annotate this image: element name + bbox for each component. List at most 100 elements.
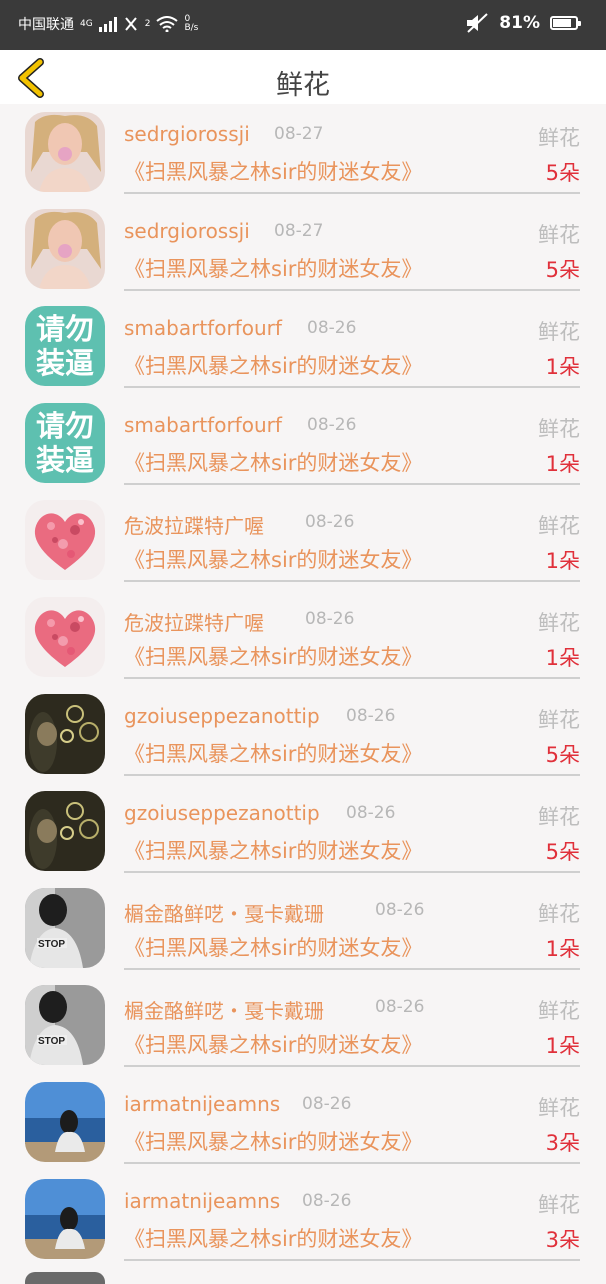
flower-count: 1朵 — [545, 549, 580, 573]
list-item[interactable]: iarmatnijeamns 08-26 鲜花《扫黑风暴之林sir的财迷女友》 3朵 — [0, 1074, 606, 1171]
avatar[interactable]: STOP — [25, 985, 105, 1065]
avatar[interactable] — [25, 500, 105, 580]
user-name[interactable]: iarmatnijeamns — [124, 1092, 280, 1116]
flower-count: 1朵 — [545, 937, 580, 961]
user-name[interactable]: 榍金酪鲜呓・戛卡戴珊 — [124, 898, 324, 927]
gift-date: 08-26 — [307, 318, 357, 338]
gift-date: 08-27 — [274, 221, 324, 241]
avatar[interactable]: STOP — [25, 888, 105, 968]
user-name[interactable]: smabartforfourf — [124, 316, 282, 340]
battery-percent: 81% — [499, 13, 540, 33]
status-bar: 中国联通 4G 2 0 B/s 81% — [0, 0, 606, 50]
net-speed: 0 B/s — [184, 15, 198, 33]
gift-date: 08-26 — [346, 803, 396, 823]
gift-date: 08-26 — [375, 900, 425, 920]
user-name[interactable]: sedrgiorossji — [124, 219, 250, 243]
svg-text:STOP: STOP — [38, 1036, 65, 1047]
list-item[interactable]: 危波拉蹀特广喔 08-26 鲜花《扫黑风暴之林sir的财迷女友》 1朵 — [0, 492, 606, 589]
book-title-link[interactable]: 《扫黑风暴之林sir的财迷女友》 — [124, 835, 422, 865]
divider — [124, 774, 580, 776]
avatar[interactable] — [25, 597, 105, 677]
user-name[interactable]: iarmatnijeamns — [124, 1189, 280, 1213]
list-item[interactable]: 危波拉蹀特广喔 08-26 鲜花 《扫黑风暴之林sir的财迷女友》 1朵 — [0, 589, 606, 686]
avatar[interactable] — [25, 791, 105, 871]
gift-type-label: 鲜花 — [538, 514, 580, 538]
divider — [124, 1065, 580, 1067]
list-item[interactable]: gzoiuseppezanottip 08-26 鲜花 《扫黑风暴之林sir的财迷女友… — [0, 686, 606, 783]
gift-date: 08-26 — [305, 512, 355, 532]
user-name[interactable]: gzoiuseppezanottip — [124, 704, 320, 728]
divider — [124, 968, 580, 970]
divider — [124, 677, 580, 679]
gift-date: 08-26 — [302, 1191, 352, 1211]
avatar[interactable]: 请勿 装逼 — [25, 403, 105, 483]
list-item[interactable]: STOP 榍金酪鲜呓・戛卡戴珊 08-26 鲜花 《扫黑风暴之林sir的财迷女友》 1朵 — [0, 977, 606, 1074]
gift-type-label: 鲜花 — [538, 611, 580, 635]
wifi-icon — [156, 16, 179, 32]
gift-type-label: 鲜花 — [538, 1096, 580, 1120]
status-left: 中国联通 4G 2 0 B/s — [18, 14, 198, 34]
book-title-link[interactable]: 《扫黑风暴之林sir的财迷女友》 — [124, 641, 422, 671]
avatar-text-line: 请勿 — [35, 312, 94, 346]
flower-count: 1朵 — [545, 1034, 580, 1058]
flower-count: 5朵 — [545, 743, 580, 767]
book-title-link[interactable]: 《扫黑风暴之林sir的财迷女友》 — [124, 738, 422, 768]
avatar[interactable] — [25, 1082, 105, 1162]
book-title-link[interactable]: 《扫黑风暴之林sir的财迷女友》 — [124, 932, 422, 962]
flower-count: 1朵 — [545, 355, 580, 379]
divider — [124, 192, 580, 194]
user-name[interactable]: smabartforfourf — [124, 413, 282, 437]
user-name[interactable]: sedrgiorossji — [124, 122, 250, 146]
book-title-link[interactable]: 《扫黑风暴之林sir的财迷女友》 — [124, 1126, 422, 1156]
gift-type-label: 鲜花 — [538, 417, 580, 441]
avatar[interactable] — [25, 112, 105, 192]
list-item[interactable]: 请勿 装逼 smabartforfourf 08-26 鲜花 《扫黑风暴之林sir的财迷女… — [0, 298, 606, 395]
signal-icon — [98, 17, 117, 32]
flower-count: 3朵 — [545, 1131, 580, 1155]
flower-count: 5朵 — [545, 840, 580, 864]
next-avatar-partial — [25, 1272, 105, 1284]
user-name[interactable]: gzoiuseppezanottip — [124, 801, 320, 825]
book-title-link[interactable]: 《扫黑风暴之林sir的财迷女友》 — [124, 156, 422, 186]
gift-type-label: 鲜花 — [538, 126, 580, 150]
user-name[interactable]: 危波拉蹀特广喔 — [124, 510, 264, 539]
list-item[interactable]: 请勿 装逼 smabartforfourf 08-26 鲜花 《扫黑风暴之林sir的财迷女… — [0, 395, 606, 492]
gift-date: 08-26 — [305, 609, 355, 629]
avatar[interactable] — [25, 209, 105, 289]
book-title-link[interactable]: 《扫黑风暴之林sir的财迷女友》 — [124, 350, 422, 380]
user-name[interactable]: 榍金酪鲜呓・戛卡戴珊 — [124, 995, 324, 1024]
gift-date: 08-27 — [274, 124, 324, 144]
flower-count: 5朵 — [545, 258, 580, 282]
gift-date: 08-26 — [302, 1094, 352, 1114]
gift-type-label: 鲜花 — [538, 1193, 580, 1217]
avatar[interactable] — [25, 1179, 105, 1259]
book-title-link[interactable]: 《扫黑风暴之林sir的财迷女友》 — [124, 1029, 422, 1059]
gift-type-label: 鲜花 — [538, 223, 580, 247]
list-item[interactable]: sedrgiorossji 08-27 鲜花《扫黑风暴之林sir的财迷女友》 5朵 — [0, 104, 606, 201]
divider — [124, 871, 580, 873]
flower-count: 5朵 — [545, 161, 580, 185]
book-title-link[interactable]: 《扫黑风暴之林sir的财迷女友》 — [124, 447, 422, 477]
flower-count: 1朵 — [545, 452, 580, 476]
book-title-link[interactable]: 《扫黑风暴之林sir的财迷女友》 — [124, 1223, 422, 1253]
avatar[interactable]: 请勿 装逼 — [25, 306, 105, 386]
battery-icon — [550, 16, 581, 30]
divider — [124, 580, 580, 582]
avatar[interactable] — [25, 694, 105, 774]
list-item[interactable]: sedrgiorossji 08-27 鲜花《扫黑风暴之林sir的财迷女友》 5朵 — [0, 201, 606, 298]
gift-type-label: 鲜花 — [538, 805, 580, 829]
divider — [124, 289, 580, 291]
carrier-label: 中国联通 — [18, 17, 74, 33]
list-item[interactable]: gzoiuseppezanottip 08-26 鲜花《扫黑风暴之林sir的财迷女友… — [0, 783, 606, 880]
book-title-link[interactable]: 《扫黑风暴之林sir的财迷女友》 — [124, 544, 422, 574]
list-item[interactable]: STOP 榍金酪鲜呓・戛卡戴珊 08-26 鲜花《扫黑风暴之林sir的财迷女友》 1朵 — [0, 880, 606, 977]
book-title-link[interactable]: 《扫黑风暴之林sir的财迷女友》 — [124, 253, 422, 283]
mute-icon — [467, 13, 488, 33]
divider — [124, 1162, 580, 1164]
svg-text:STOP: STOP — [38, 939, 65, 950]
list-item[interactable]: iarmatnijeamns 08-26 鲜花 《扫黑风暴之林sir的财迷女友》 3朵 — [0, 1171, 606, 1268]
page-title: 鲜花 — [276, 70, 330, 101]
gift-type-label: 鲜花 — [538, 999, 580, 1023]
user-name[interactable]: 危波拉蹀特广喔 — [124, 607, 264, 636]
gift-type-label: 鲜花 — [538, 902, 580, 926]
